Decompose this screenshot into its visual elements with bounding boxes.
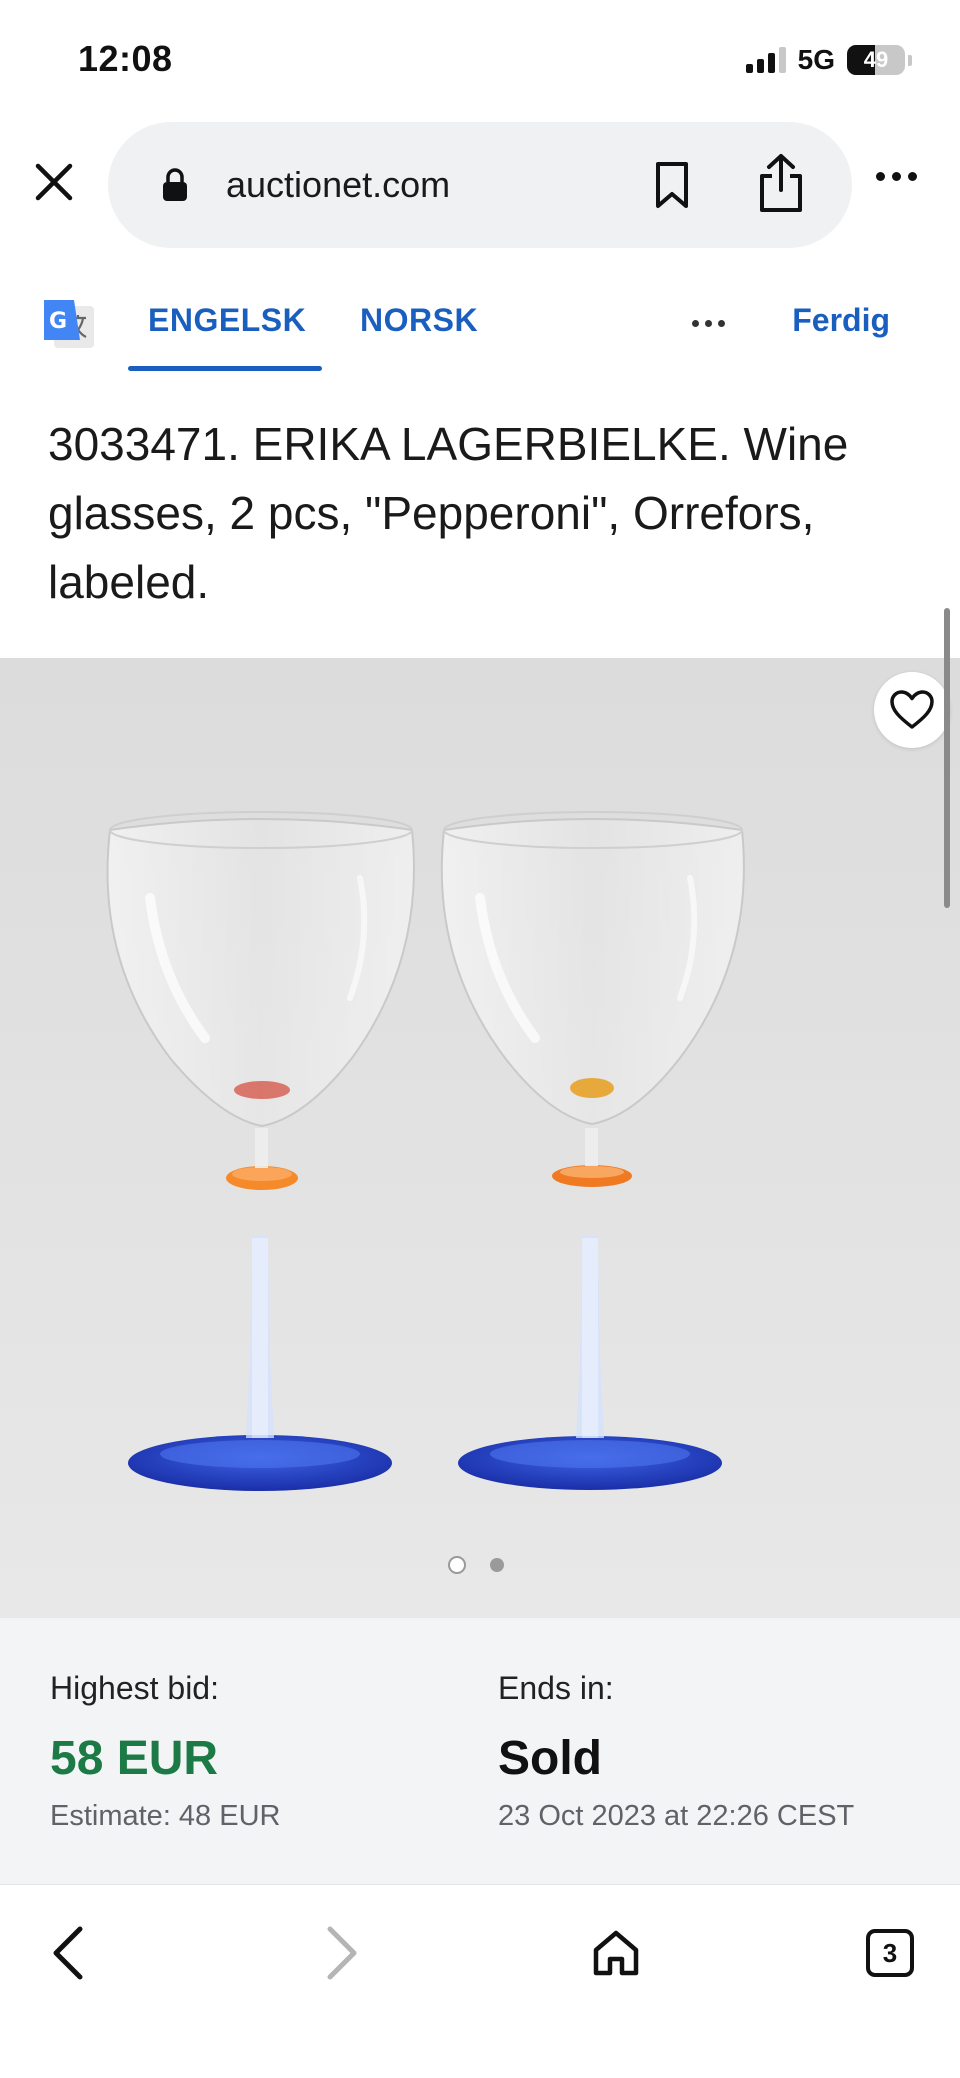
image-dot-2[interactable]	[490, 1558, 504, 1572]
highest-bid-value: 58 EUR	[50, 1732, 219, 1785]
bid-panel: Highest bid: 58 EUR Estimate: 48 EUR End…	[0, 1618, 960, 1884]
ends-in-value: Sold	[498, 1732, 602, 1785]
image-dot-1[interactable]	[448, 1556, 466, 1574]
home-button[interactable]	[576, 1913, 656, 1993]
back-button[interactable]	[28, 1913, 108, 1993]
favorite-button[interactable]	[874, 672, 950, 748]
lot-title: 3033471. ERIKA LAGERBIELKE. Wine glasses…	[48, 418, 849, 608]
heart-icon	[890, 690, 934, 729]
share-icon[interactable]	[756, 152, 806, 214]
svg-text:G: G	[49, 309, 67, 334]
translate-more-icon[interactable]	[692, 320, 725, 327]
estimate-text: Estimate: 48 EUR	[50, 1800, 281, 1832]
ends-in-label: Ends in:	[498, 1670, 614, 1706]
tab-english[interactable]: ENGELSK	[148, 302, 306, 339]
ends-in-section: Ends in: Sold 23 Oct 2023 at 22:26 CEST	[498, 1670, 854, 1833]
status-time: 12:08	[78, 38, 173, 79]
network-label: 5G	[797, 44, 835, 75]
forward-button[interactable]	[302, 1913, 382, 1993]
wine-glasses-photo	[0, 658, 960, 1618]
bottom-navigation: 3	[0, 1884, 960, 2078]
home-icon	[593, 1930, 639, 1976]
highest-bid-label: Highest bid:	[50, 1670, 219, 1706]
image-pagination[interactable]	[448, 1556, 504, 1574]
tabs-button[interactable]: 3	[850, 1913, 930, 1993]
url-text[interactable]: auctionet.com	[226, 164, 450, 206]
battery-icon: 49	[847, 45, 905, 75]
scrollbar[interactable]	[944, 608, 950, 908]
battery-tip	[908, 54, 912, 66]
tab-norwegian[interactable]: NORSK	[360, 302, 478, 339]
product-image[interactable]	[0, 658, 960, 1618]
address-bar[interactable]: auctionet.com	[108, 122, 852, 248]
status-indicators: 5G 49	[745, 44, 912, 76]
forward-icon	[327, 1926, 357, 1980]
signal-icon	[745, 47, 786, 73]
tabs-icon: 3	[866, 1929, 914, 1977]
status-bar: 12:08 5G 49	[0, 0, 960, 118]
active-tab-indicator	[128, 366, 322, 371]
done-button[interactable]: Ferdig	[792, 302, 890, 339]
close-button[interactable]	[28, 156, 80, 208]
tab-count: 3	[882, 1937, 898, 1968]
bookmark-icon[interactable]	[652, 160, 692, 210]
highest-bid-section: Highest bid: 58 EUR Estimate: 48 EUR	[50, 1670, 280, 1833]
close-icon	[35, 163, 73, 201]
back-icon	[53, 1926, 83, 1980]
lock-icon	[163, 168, 187, 201]
more-menu-icon[interactable]	[876, 172, 917, 181]
end-date-text: 23 Oct 2023 at 22:26 CEST	[498, 1800, 855, 1832]
translate-bar: G ENGELSK NORSK Ferdig	[0, 270, 960, 380]
battery-percent: 49	[863, 47, 889, 72]
google-translate-icon[interactable]: G	[40, 296, 96, 352]
